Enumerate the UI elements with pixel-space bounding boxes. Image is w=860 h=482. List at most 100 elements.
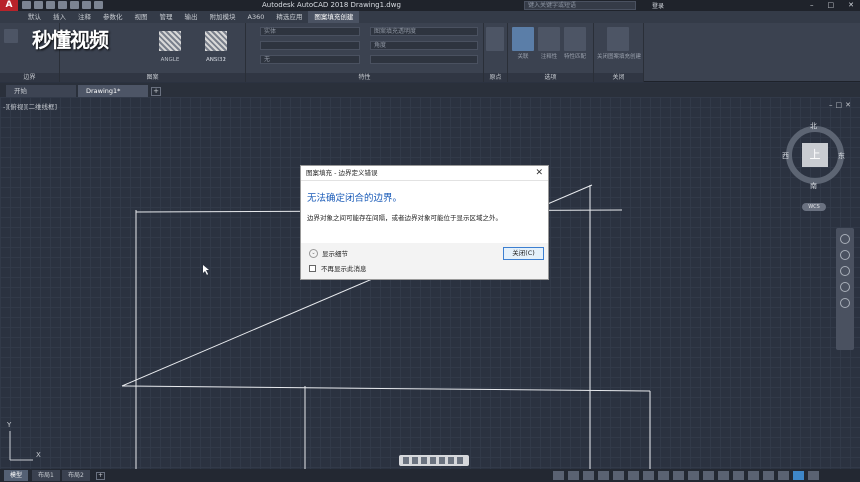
hatch-color-select[interactable] <box>260 41 360 50</box>
save-as-icon[interactable] <box>58 1 67 9</box>
close-hatch-button[interactable] <box>607 27 629 51</box>
annotative-button[interactable] <box>538 27 560 51</box>
login-link[interactable]: 登录 <box>652 1 664 10</box>
tab-hatch-creation[interactable]: 图案填充创建 <box>308 11 360 23</box>
hatch-type-select[interactable]: 实体 <box>260 27 360 36</box>
panel-title-origin[interactable]: 原点 <box>484 73 507 82</box>
lineweight-icon[interactable] <box>658 471 669 480</box>
tab-featured-apps[interactable]: 精选应用 <box>270 11 308 23</box>
compass-west[interactable]: 西 <box>782 151 789 161</box>
layout-tab-model[interactable]: 模型 <box>4 470 29 481</box>
ortho-icon[interactable] <box>598 471 609 480</box>
autocad-logo-icon[interactable]: A <box>0 0 18 11</box>
pan-icon[interactable] <box>840 250 850 260</box>
transparency-icon[interactable] <box>673 471 684 480</box>
hatch-transparency-field[interactable]: 图案填充透明度 <box>370 27 478 36</box>
ribbon-tab-bar: 默认 插入 注释 参数化 视图 管理 输出 附加模块 A360 精选应用 图案填… <box>0 11 860 23</box>
pick-points-icon[interactable] <box>4 29 18 43</box>
navigation-bar <box>836 228 854 350</box>
panel-close: 关闭图案填充创建 关闭 <box>594 23 644 82</box>
workspace-icon[interactable] <box>718 471 729 480</box>
minibar-icon[interactable] <box>439 457 445 464</box>
grid-icon[interactable] <box>568 471 579 480</box>
layout-tab-2[interactable]: 布局2 <box>62 470 90 481</box>
hatch-ansi32-icon[interactable] <box>205 31 227 51</box>
wcs-menu[interactable]: WCS <box>802 203 826 211</box>
compass-east[interactable]: 东 <box>838 151 845 161</box>
add-layout-button[interactable]: + <box>96 472 105 480</box>
open-icon[interactable] <box>34 1 43 9</box>
viewcube-face[interactable]: 上 <box>802 143 828 167</box>
quick-properties-icon[interactable] <box>748 471 759 480</box>
hatch-angle-icon[interactable] <box>159 31 181 51</box>
polar-icon[interactable] <box>613 471 624 480</box>
redo-icon[interactable] <box>94 1 103 9</box>
compass-north[interactable]: 北 <box>810 121 817 131</box>
close-window-button[interactable]: ✕ <box>848 1 854 9</box>
hardware-acceleration-icon[interactable] <box>778 471 789 480</box>
panel-title-pattern[interactable]: 图案 <box>60 73 245 82</box>
save-icon[interactable] <box>46 1 55 9</box>
osnap-icon[interactable] <box>628 471 639 480</box>
new-icon[interactable] <box>22 1 31 9</box>
zoom-icon[interactable] <box>840 266 850 276</box>
minibar-icon[interactable] <box>457 457 463 464</box>
tab-home[interactable]: 默认 <box>22 11 47 23</box>
minibar-icon[interactable] <box>448 457 454 464</box>
associative-button[interactable] <box>512 27 534 51</box>
file-tab-drawing1[interactable]: Drawing1* <box>78 85 148 97</box>
minibar-icon[interactable] <box>412 457 418 464</box>
compass-south[interactable]: 南 <box>810 181 817 191</box>
checkbox-box[interactable] <box>309 264 316 272</box>
dialog-message: 边界对象之间可能存在间隔，或者边界对象可能位于显示区域之外。 <box>307 214 502 222</box>
panel-title-properties[interactable]: 特性 <box>246 73 483 82</box>
minibar-icon[interactable] <box>421 457 427 464</box>
tab-manage[interactable]: 管理 <box>154 11 179 23</box>
tab-addins[interactable]: 附加模块 <box>204 11 242 23</box>
model-space-icon[interactable] <box>553 471 564 480</box>
tab-output[interactable]: 输出 <box>179 11 204 23</box>
dialog-body: 无法确定闭合的边界。 边界对象之间可能存在间隔，或者边界对象可能位于显示区域之外… <box>301 181 548 243</box>
panel-title-close[interactable]: 关闭 <box>594 73 643 82</box>
hatch-scale-field[interactable] <box>370 55 478 64</box>
minibar-icon[interactable] <box>403 457 409 464</box>
orbit-icon[interactable] <box>840 282 850 292</box>
match-properties-button[interactable] <box>564 27 586 51</box>
tab-view[interactable]: 视图 <box>129 11 154 23</box>
viewport-controls[interactable]: –□✕ <box>829 101 854 109</box>
plot-icon[interactable] <box>70 1 79 9</box>
hatch-bgcolor-select[interactable]: 无 <box>260 55 360 64</box>
viewport-label[interactable]: -][俯视][二维线框] <box>3 101 57 111</box>
set-origin-icon[interactable] <box>486 27 504 51</box>
tab-parametric[interactable]: 参数化 <box>97 11 129 23</box>
tab-insert[interactable]: 插入 <box>47 11 72 23</box>
snap-icon[interactable] <box>583 471 594 480</box>
search-input[interactable]: 键入关键字或短语 <box>524 1 636 10</box>
new-tab-button[interactable]: + <box>151 87 161 96</box>
dont-show-again-checkbox[interactable]: 不再显示此消息 <box>309 263 367 273</box>
tab-annotate[interactable]: 注释 <box>72 11 97 23</box>
layout-tab-1[interactable]: 布局1 <box>32 470 60 481</box>
otrack-icon[interactable] <box>643 471 654 480</box>
file-tab-start[interactable]: 开始 <box>6 85 76 97</box>
customization-icon[interactable] <box>808 471 819 480</box>
minimize-button[interactable]: – <box>810 1 814 9</box>
annotation-scale-icon[interactable] <box>703 471 714 480</box>
units-icon[interactable] <box>733 471 744 480</box>
isolate-icon[interactable] <box>763 471 774 480</box>
maximize-button[interactable]: □ <box>828 1 835 9</box>
steering-wheel-icon[interactable] <box>840 234 850 244</box>
clean-screen-icon[interactable] <box>793 471 804 480</box>
minibar-icon[interactable] <box>430 457 436 464</box>
tab-a360[interactable]: A360 <box>242 11 271 23</box>
show-details-toggle[interactable]: ⌄ 显示细节 <box>309 248 348 258</box>
selection-cycling-icon[interactable] <box>688 471 699 480</box>
panel-title-options[interactable]: 选项 <box>508 73 593 82</box>
panel-title-boundary[interactable]: 边界 <box>0 73 59 82</box>
dialog-close-icon[interactable]: ✕ <box>535 166 543 181</box>
status-bar: 模型 布局1 布局2 + <box>0 469 860 482</box>
showmotion-icon[interactable] <box>840 298 850 308</box>
undo-icon[interactable] <box>82 1 91 9</box>
hatch-angle-field[interactable]: 角度 <box>370 41 478 50</box>
dialog-close-button[interactable]: 关闭(C) <box>503 247 544 260</box>
